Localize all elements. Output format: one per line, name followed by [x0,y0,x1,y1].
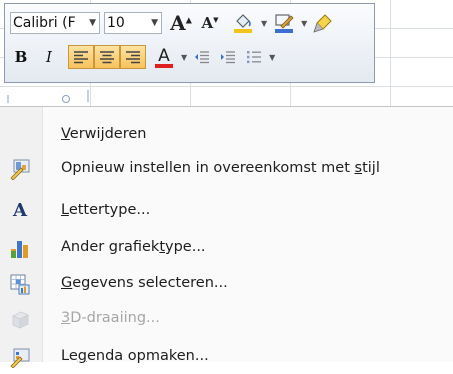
align-left-button[interactable] [68,45,94,69]
grow-font-icon: A▲ [170,11,192,35]
font-name-value: Calibri (F [13,15,76,31]
grow-font-button[interactable]: A▲ [166,11,196,35]
menu-item-lettertype[interactable]: A Lettertype... [0,194,453,228]
select-data-icon [10,274,30,295]
align-left-icon [74,51,88,64]
mini-toolbar: Calibri (F ▼ 10 ▼ A▲ A▼ ▼ ▼ B I A ▼ ▼ [4,3,375,83]
chevron-down-icon[interactable]: ▼ [89,18,99,28]
decrease-indent-button[interactable] [190,45,214,69]
bold-icon: B [14,48,28,66]
font-size-value: 10 [107,15,125,31]
shrink-font-button[interactable]: A▼ [196,11,224,35]
chevron-down-icon[interactable]: ▼ [151,18,161,28]
bold-button[interactable]: B [10,45,32,69]
menu-item-ander-grafiektype[interactable]: Ander grafiektype... [0,231,453,265]
shrink-font-glyph: A [201,14,214,32]
align-right-icon [126,51,140,64]
align-right-button[interactable] [120,45,146,69]
shrink-font-icon: A▼ [201,14,219,32]
increase-indent-button[interactable] [216,45,240,69]
menu-item-legenda-opmaken[interactable]: Legenda opmaken... [0,340,453,374]
chevron-down-icon[interactable]: ▼ [261,19,267,28]
3d-rotation-icon [12,311,29,329]
italic-icon: I [46,48,52,66]
font-color-icon: A [154,46,174,68]
chevron-down-icon[interactable]: ▼ [301,19,307,28]
menu-item-gegevens-selecteren[interactable]: Gegevens selecteren... [0,267,453,301]
font-icon: A [13,200,27,221]
chevron-down-icon[interactable]: ▼ [269,53,275,62]
bullets-icon [247,51,262,64]
increase-indent-icon [221,51,236,64]
bullets-button[interactable] [242,45,266,69]
font-name-combo[interactable]: Calibri (F ▼ [10,12,100,34]
menu-item-3d-draaiing[interactable]: 3D-draaiing... [0,302,453,336]
menu-item-label: Gegevens selecteren... [61,275,228,291]
decrease-indent-icon [195,51,210,64]
menu-item-label: Ander grafiektype... [61,239,206,255]
font-color-glyph: A [158,46,170,66]
format-legend-icon [10,348,30,368]
menu-item-verwijderen[interactable]: Verwijderen [0,118,453,152]
fill-color-icon [234,14,252,33]
chart-type-icon [11,241,28,258]
outline-color-icon [275,14,294,33]
menu-item-label: 3D-draaiing... [61,310,160,326]
menu-item-reset-style[interactable]: Opnieuw instellen in overeenkomst met st… [0,152,453,186]
mini-toolbar-row-2: B I A ▼ ▼ [10,44,278,70]
font-size-combo[interactable]: 10 ▼ [104,12,162,34]
mini-toolbar-row-1: Calibri (F ▼ 10 ▼ A▲ A▼ ▼ ▼ [10,10,336,36]
menu-item-label: Verwijderen [61,126,147,142]
reset-style-icon [10,159,30,180]
menu-item-label: Opnieuw instellen in overeenkomst met st… [61,160,380,176]
fill-color-button[interactable] [228,11,258,35]
italic-button[interactable]: I [38,45,60,69]
format-painter-icon [313,14,333,33]
font-color-button[interactable]: A [150,45,178,69]
context-menu: Verwijderen Opnieuw instellen in overeen… [0,106,453,368]
menu-item-label: Legenda opmaken... [61,348,209,364]
align-center-icon [100,51,114,64]
grow-font-glyph: A [170,11,186,35]
format-painter-button[interactable] [310,11,336,35]
outline-color-button[interactable] [270,11,298,35]
align-center-button[interactable] [94,45,120,69]
chevron-down-icon[interactable]: ▼ [181,53,187,62]
menu-item-label: Lettertype... [61,202,151,218]
font-color-bar [155,64,173,68]
